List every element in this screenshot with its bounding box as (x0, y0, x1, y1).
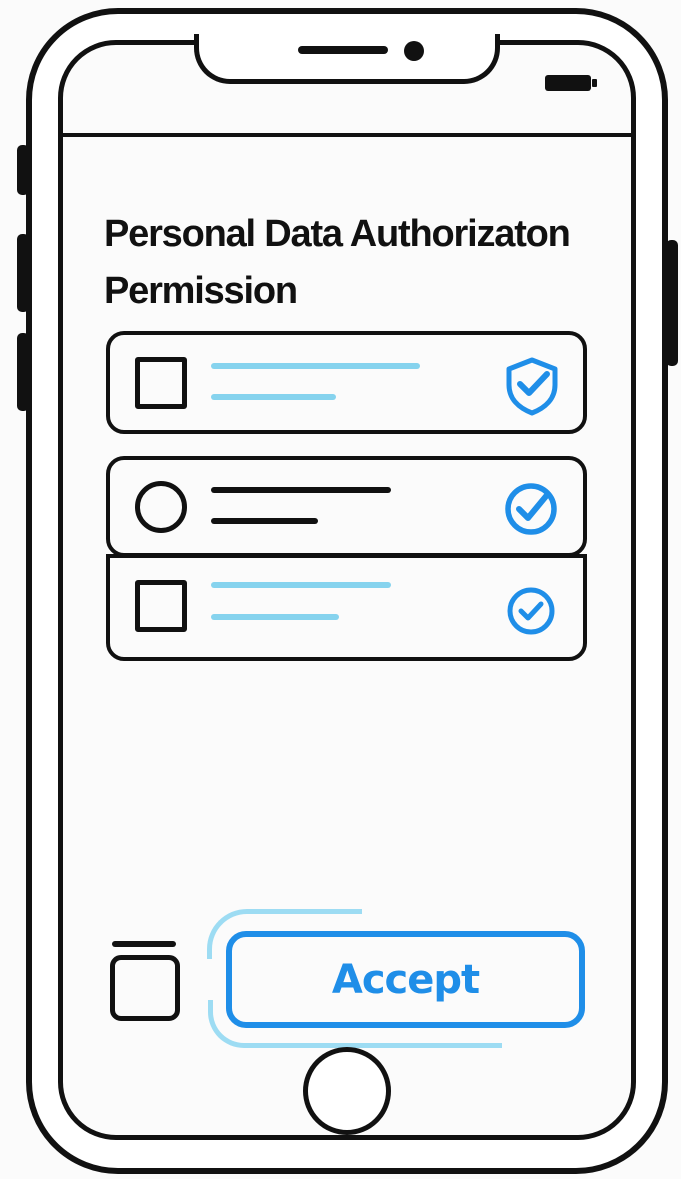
permission-1-checkbox[interactable] (135, 357, 187, 409)
shield-check-icon (502, 356, 562, 416)
front-camera (404, 41, 424, 61)
permission-3-description-placeholder (211, 614, 339, 620)
home-button[interactable] (303, 1047, 391, 1135)
permission-2-description-placeholder (211, 518, 318, 524)
speaker-grille (298, 46, 388, 54)
tab-switcher-bar (112, 941, 176, 947)
accept-button[interactable]: Accept (226, 931, 585, 1028)
tabs-icon[interactable] (110, 955, 180, 1021)
permission-2-title-placeholder (211, 487, 391, 493)
permission-1-description-placeholder (211, 394, 336, 400)
permission-3-checkbox[interactable] (135, 580, 187, 632)
battery-icon (544, 73, 598, 93)
permission-2-radio[interactable] (135, 481, 187, 533)
check-circle-icon (505, 585, 557, 637)
page-title: Personal Data Authorizaton Permission (104, 213, 571, 312)
notch (194, 34, 500, 84)
permission-1-title-placeholder (211, 363, 420, 369)
status-bar-divider (62, 133, 632, 137)
check-circle-icon (502, 480, 560, 538)
permission-3-title-placeholder (211, 582, 391, 588)
